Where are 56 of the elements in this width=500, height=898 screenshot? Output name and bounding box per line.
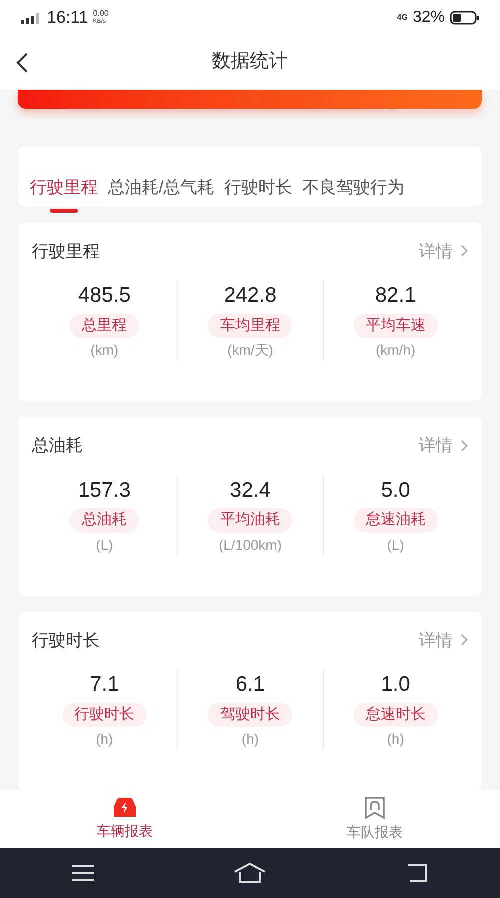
- stat-unit: (km/h): [376, 341, 416, 360]
- stat-value: 242.8: [224, 283, 277, 309]
- chevron-right-icon: [461, 245, 468, 258]
- bookmark-icon: [363, 796, 387, 820]
- section-title: 行驶时长: [32, 630, 100, 652]
- section-title: 总油耗: [32, 435, 83, 457]
- nav-tab[interactable]: 车队报表: [250, 790, 500, 848]
- battery-icon: [450, 10, 480, 24]
- tab[interactable]: 行驶里程: [30, 174, 98, 200]
- back-icon: [15, 52, 29, 74]
- stat-value: 32.4: [230, 478, 271, 504]
- stat-unit: (h): [242, 730, 260, 749]
- stat-label: 平均车速: [354, 314, 438, 338]
- stat-value: 485.5: [78, 283, 131, 309]
- stat-value: 5.0: [381, 478, 410, 504]
- stat-unit: (km): [90, 341, 119, 360]
- back-nav-icon[interactable]: [406, 863, 428, 883]
- details-link[interactable]: 详情: [419, 628, 468, 653]
- stat-unit: (h): [387, 730, 404, 749]
- car-icon: [112, 796, 138, 818]
- stat-unit: (L): [387, 536, 404, 555]
- stat-unit: (km/天): [228, 341, 274, 360]
- menu-icon[interactable]: [71, 864, 96, 882]
- stat-unit: (L/100km): [218, 536, 282, 555]
- details-link[interactable]: 详情: [419, 433, 468, 458]
- section-title: 行驶里程: [32, 240, 100, 262]
- details-link[interactable]: 详情: [419, 238, 468, 264]
- chevron-right-icon: [461, 634, 468, 646]
- stat-label: 怠速时长: [354, 702, 438, 727]
- stat-label: 总油耗: [70, 508, 140, 532]
- stat-unit: (L): [96, 536, 114, 555]
- home-icon[interactable]: [232, 862, 267, 884]
- chevron-right-icon: [461, 440, 468, 452]
- stat-value: 7.1: [90, 672, 120, 698]
- network-speed: 0.00: [93, 10, 109, 18]
- stat-label: 行驶时长: [62, 702, 147, 727]
- stat-label: 平均油耗: [208, 508, 292, 532]
- nav-tab[interactable]: 车辆报表: [0, 790, 250, 848]
- page-title: 数据统计: [212, 50, 288, 74]
- battery-percent: 32%: [412, 8, 445, 28]
- stat-label: 怠速油耗: [354, 508, 438, 532]
- clock-time: 16:11: [47, 6, 88, 29]
- tab-indicator: [50, 208, 78, 213]
- tab[interactable]: 不良驾驶行为: [302, 174, 405, 200]
- signal-icon: [20, 10, 42, 24]
- tab[interactable]: 总油耗/总气耗: [108, 174, 215, 200]
- stat-label: 驾驶时长: [208, 702, 292, 727]
- stat-unit: (h): [96, 730, 114, 749]
- stat-value: 6.1: [236, 672, 266, 698]
- stat-value: 1.0: [381, 672, 410, 698]
- stat-value: 157.3: [78, 478, 131, 504]
- stat-label: 车均里程: [208, 314, 292, 338]
- stat-label: 总里程: [70, 314, 140, 338]
- stat-value: 82.1: [375, 283, 416, 309]
- network-type: 4G: [397, 12, 408, 24]
- tab[interactable]: 行驶时长: [224, 174, 293, 200]
